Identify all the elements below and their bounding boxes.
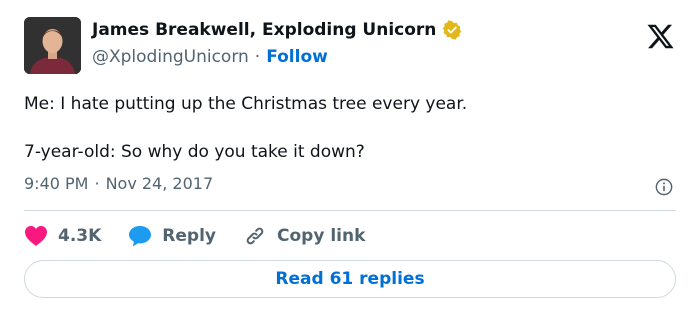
- tweet-line-1: Me: I hate putting up the Christmas tree…: [24, 94, 468, 114]
- tweet-card: James Breakwell, Exploding Unicorn @Xplo…: [0, 0, 700, 319]
- verified-badge-icon: [443, 20, 462, 40]
- handle-row: @XplodingUnicorn · Follow: [92, 47, 328, 67]
- info-icon[interactable]: [655, 178, 673, 196]
- tweet-date[interactable]: Nov 24, 2017: [106, 174, 214, 193]
- action-bar: 4.3K Reply Copy link: [24, 222, 392, 250]
- reply-label: Reply: [162, 226, 216, 246]
- x-logo-icon[interactable]: [646, 22, 675, 51]
- reply-button[interactable]: Reply: [128, 225, 216, 247]
- copy-link-label: Copy link: [277, 226, 366, 246]
- read-replies-button[interactable]: Read 61 replies: [24, 260, 676, 298]
- tweet-time[interactable]: 9:40 PM: [24, 174, 88, 193]
- tweet-text: Me: I hate putting up the Christmas tree…: [24, 92, 674, 164]
- author-handle[interactable]: @XplodingUnicorn: [92, 47, 249, 67]
- reply-bubble-icon: [129, 226, 152, 247]
- tweet-timestamp[interactable]: 9:40 PM · Nov 24, 2017: [24, 174, 213, 193]
- author-name[interactable]: James Breakwell, Exploding Unicorn: [92, 20, 436, 40]
- separator-dot: ·: [254, 47, 261, 67]
- heart-icon: [25, 226, 47, 246]
- like-count: 4.3K: [58, 226, 102, 246]
- avatar[interactable]: [24, 17, 81, 74]
- link-icon: [246, 227, 264, 245]
- meta-separator: ·: [94, 174, 100, 193]
- copy-link-button[interactable]: Copy link: [243, 224, 365, 248]
- tweet-line-2: 7-year-old: So why do you take it down?: [24, 142, 365, 162]
- author-name-row[interactable]: James Breakwell, Exploding Unicorn: [92, 20, 462, 40]
- follow-button[interactable]: Follow: [266, 47, 328, 67]
- like-button[interactable]: 4.3K: [24, 225, 101, 247]
- divider: [24, 210, 676, 211]
